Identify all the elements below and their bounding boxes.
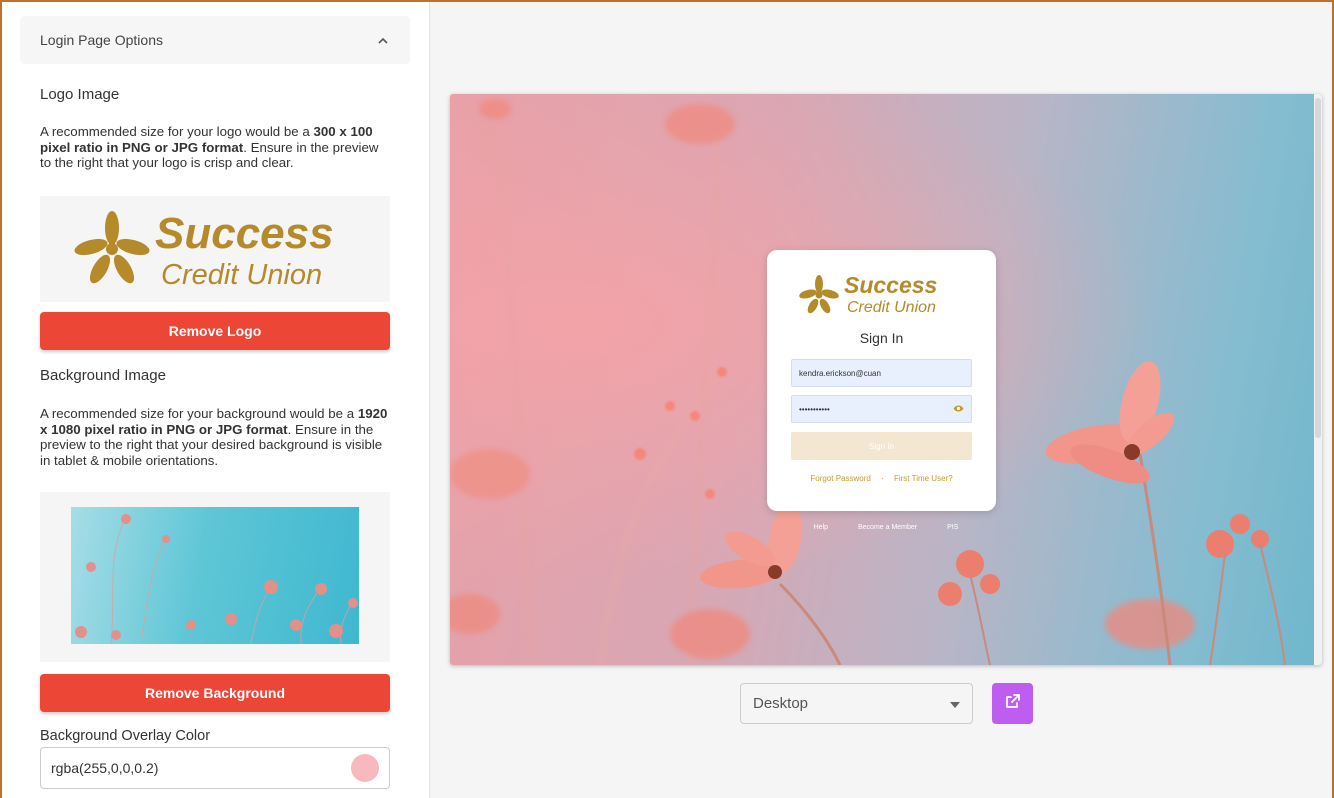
overlay-color-input[interactable]: rgba(255,0,0,0.2)	[40, 747, 390, 789]
brand-sub: Credit Union	[161, 259, 322, 291]
first-time-user-link[interactable]: First Time User?	[894, 474, 953, 483]
success-credit-union-logo: Success Credit Union	[74, 209, 334, 291]
login-preview: Success Credit Union Sign In kendra.eric…	[450, 94, 1322, 665]
logo-image-label: Logo Image	[40, 86, 120, 103]
brand-name: Success	[155, 209, 334, 258]
help-link[interactable]: Help	[814, 524, 828, 531]
remove-logo-button[interactable]: Remove Logo	[40, 312, 390, 350]
password-field[interactable]: •••••••••••	[791, 395, 972, 423]
app-frame: Login Page Options Logo Image A recommen…	[0, 0, 1334, 798]
background-image-label: Background Image	[40, 367, 166, 384]
footer-links: Help Become a Member PIS	[450, 524, 1322, 531]
open-in-new-icon	[1005, 693, 1021, 714]
card-links: Forgot Password · First Time User?	[767, 474, 996, 483]
sign-in-title: Sign In	[859, 330, 904, 346]
accordion-title: Login Page Options	[40, 32, 163, 48]
background-thumbnail	[71, 507, 359, 644]
open-external-button[interactable]	[992, 683, 1033, 724]
background-description: A recommended size for your background w…	[40, 406, 388, 468]
remove-background-button[interactable]: Remove Background	[40, 674, 390, 712]
logo-preview: Success Credit Union	[40, 196, 390, 302]
password-value: •••••••••••	[799, 404, 830, 414]
chevron-up-icon[interactable]	[376, 33, 390, 47]
link-separator: ·	[881, 474, 884, 483]
card-brand-name: Success	[844, 272, 937, 298]
dropdown-arrow-icon	[950, 695, 960, 712]
pis-link[interactable]: PIS	[947, 524, 958, 531]
background-preview	[40, 492, 390, 662]
login-card-logo: Success Credit Union	[799, 272, 937, 316]
options-panel: Login Page Options Logo Image A recommen…	[2, 2, 430, 798]
overlay-color-label: Background Overlay Color	[40, 728, 211, 744]
forgot-password-link[interactable]: Forgot Password	[810, 474, 870, 483]
sign-in-button[interactable]: Sign In	[791, 432, 972, 460]
preview-scrollbar-thumb[interactable]	[1315, 98, 1321, 438]
become-member-link[interactable]: Become a Member	[858, 524, 917, 531]
login-card: Success Credit Union Sign In kendra.eric…	[767, 250, 996, 511]
login-page-options-accordion[interactable]: Login Page Options	[20, 16, 410, 64]
logo-description: A recommended size for your logo would b…	[40, 124, 379, 170]
preview-scrollbar[interactable]	[1314, 94, 1322, 665]
username-field[interactable]: kendra.erickson@cuan	[791, 359, 972, 387]
overlay-color-value: rgba(255,0,0,0.2)	[51, 760, 159, 776]
device-select-value: Desktop	[753, 695, 809, 712]
card-brand-sub: Credit Union	[847, 299, 936, 316]
eye-icon[interactable]	[953, 405, 964, 414]
device-select[interactable]: Desktop	[740, 683, 973, 724]
color-swatch[interactable]	[351, 754, 379, 782]
username-value: kendra.erickson@cuan	[799, 368, 881, 378]
